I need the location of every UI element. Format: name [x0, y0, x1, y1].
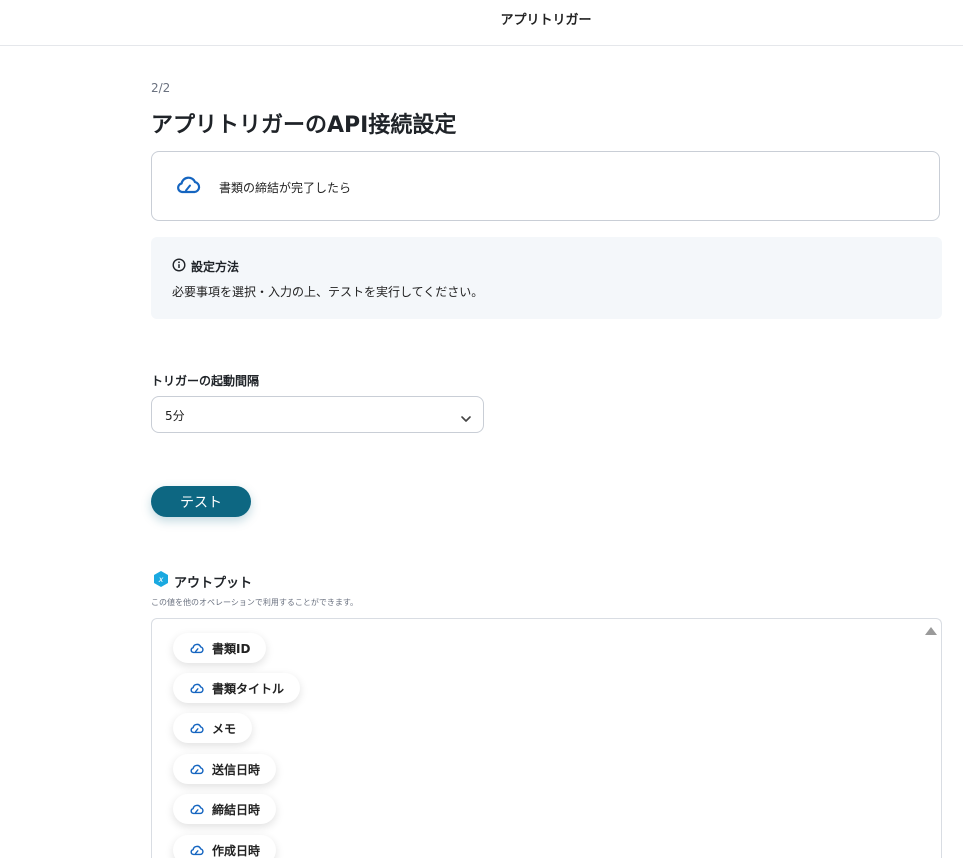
output-item-chip[interactable]: 書類ID: [173, 633, 266, 663]
output-item-chip[interactable]: 書類タイトル: [173, 673, 300, 703]
output-title: アウトプット: [174, 572, 252, 591]
info-text: 必要事項を選択・入力の上、テストを実行してください。: [172, 283, 483, 300]
info-title-row: 設定方法: [172, 257, 239, 276]
trigger-interval-select[interactable]: 5分: [151, 396, 484, 433]
trigger-event-label: 書類の締結が完了したら: [219, 179, 351, 196]
output-item-label: 送信日時: [212, 761, 260, 778]
output-item-label: 書類ID: [212, 640, 250, 657]
cloud-icon: [190, 639, 204, 658]
info-title: 設定方法: [191, 258, 239, 275]
variable-icon: x: [152, 570, 170, 592]
header-title: アプリトリガー: [0, 9, 963, 28]
output-description: この値を他のオペレーションで利用することができます。: [151, 597, 358, 608]
page-title: アプリトリガーのAPI接続設定: [151, 107, 456, 139]
cloud-icon: [190, 719, 204, 738]
output-header: x アウトプット: [152, 570, 252, 592]
app-header: アプリトリガー: [0, 0, 963, 46]
cloud-icon: [176, 176, 201, 198]
output-item-label: 書類タイトル: [212, 680, 284, 697]
output-item-chip[interactable]: メモ: [173, 713, 252, 743]
svg-text:x: x: [158, 575, 164, 584]
output-item-label: メモ: [212, 720, 236, 737]
output-list-panel[interactable]: 書類ID 書類タイトルメモ送信日時締結日時作成日時: [151, 618, 942, 858]
chevron-down-icon: [460, 409, 472, 428]
cloud-icon: [190, 760, 204, 779]
cloud-icon: [190, 800, 204, 819]
trigger-interval-label: トリガーの起動間隔: [151, 372, 259, 389]
test-button[interactable]: テスト: [151, 486, 251, 517]
output-item-chip[interactable]: 締結日時: [173, 794, 276, 824]
scroll-up-arrow-icon[interactable]: [925, 627, 937, 635]
output-item-label: 締結日時: [212, 801, 260, 818]
info-icon: [172, 257, 186, 276]
setup-instructions: 設定方法 必要事項を選択・入力の上、テストを実行してください。: [151, 237, 942, 319]
cloud-icon: [190, 841, 204, 858]
output-item-chip[interactable]: 作成日時: [173, 835, 276, 858]
cloud-icon: [190, 679, 204, 698]
step-indicator: 2/2: [151, 81, 170, 95]
trigger-event-card: 書類の締結が完了したら: [151, 151, 940, 221]
trigger-interval-value: 5分: [165, 407, 185, 424]
output-item-chip[interactable]: 送信日時: [173, 754, 276, 784]
